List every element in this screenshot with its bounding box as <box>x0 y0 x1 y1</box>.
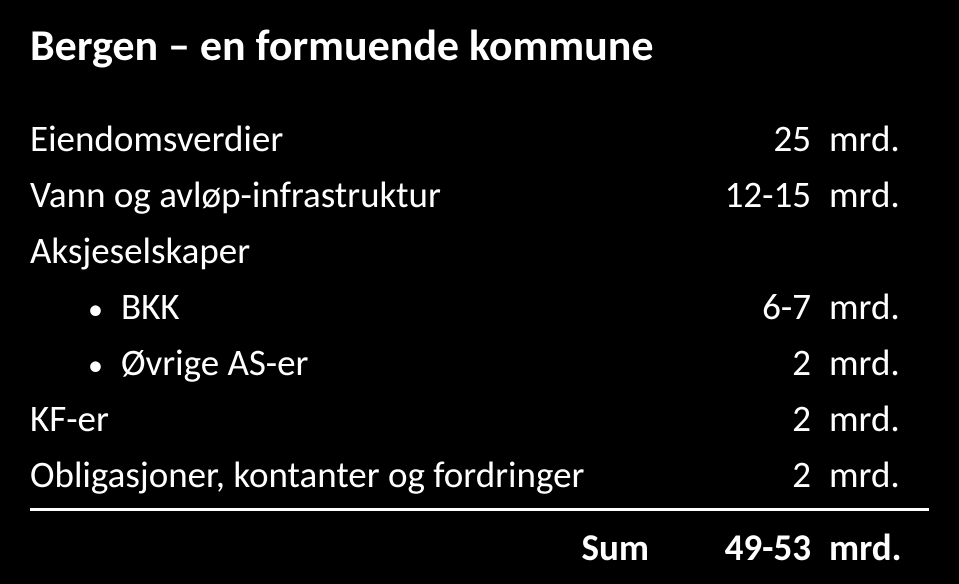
row-kfer: KF-er 2 mrd. <box>30 394 929 444</box>
slide-content: Eiendomsverdier 25 mrd. Vann og avløp-in… <box>30 114 929 573</box>
label-ovrige: Øvrige AS-er <box>121 338 689 388</box>
label-kfer: KF-er <box>30 394 689 444</box>
label-bkk: BKK <box>121 282 689 332</box>
label-vann: Vann og avløp-infrastruktur <box>30 170 689 220</box>
row-eiendomsverdier: Eiendomsverdier 25 mrd. <box>30 114 929 164</box>
value-eiendomsverdier: 25 <box>689 114 829 164</box>
row-obligasjoner: Obligasjoner, kontanter og fordringer 2 … <box>30 450 929 500</box>
slide-title: Bergen – en formuende kommune <box>30 18 929 72</box>
value-obligasjoner: 2 <box>689 450 829 500</box>
row-sum: Sum 49-53 mrd. <box>30 523 929 573</box>
unit-ovrige: mrd. <box>829 338 929 388</box>
label-eiendomsverdier: Eiendomsverdier <box>30 114 689 164</box>
unit-sum: mrd. <box>829 523 929 573</box>
value-bkk: 6-7 <box>689 282 829 332</box>
row-ovrige: • Øvrige AS-er 2 mrd. <box>30 338 929 388</box>
unit-eiendomsverdier: mrd. <box>829 114 929 164</box>
divider-line <box>30 508 929 511</box>
unit-vann: mrd. <box>829 170 929 220</box>
label-sum: Sum <box>30 523 689 573</box>
value-vann: 12-15 <box>689 170 829 220</box>
unit-bkk: mrd. <box>829 282 929 332</box>
label-obligasjoner: Obligasjoner, kontanter og fordringer <box>30 450 689 500</box>
value-kfer: 2 <box>689 394 829 444</box>
row-aksjeselskaper: Aksjeselskaper <box>30 226 929 276</box>
row-vann: Vann og avløp-infrastruktur 12-15 mrd. <box>30 170 929 220</box>
row-bkk: • BKK 6-7 mrd. <box>30 282 929 332</box>
label-aksjeselskaper: Aksjeselskaper <box>30 228 250 273</box>
unit-obligasjoner: mrd. <box>829 450 929 500</box>
bullet-icon: • <box>88 346 103 387</box>
value-ovrige: 2 <box>689 338 829 388</box>
unit-kfer: mrd. <box>829 394 929 444</box>
value-sum: 49-53 <box>689 523 829 573</box>
bullet-icon: • <box>88 290 103 331</box>
